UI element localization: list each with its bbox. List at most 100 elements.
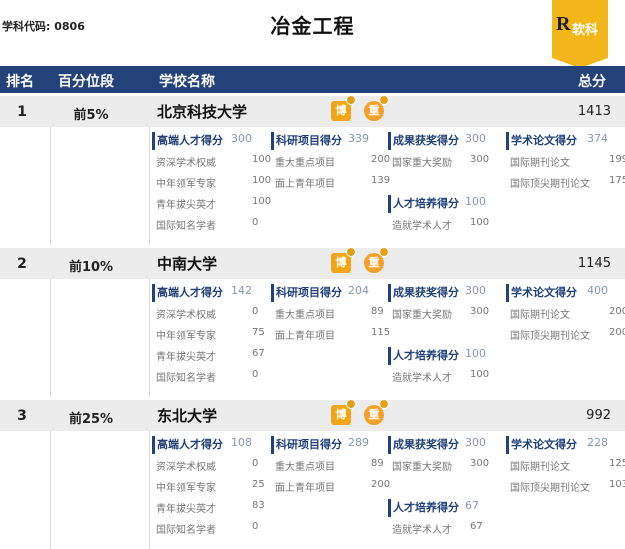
score-item-value: 25 <box>252 479 265 490</box>
total-score: 1413 <box>577 104 611 119</box>
score-item: 资深学术权威 0 <box>152 302 258 323</box>
score-item-value: 139 <box>371 175 391 186</box>
score-item: 青年拔尖英才 67 <box>152 344 265 365</box>
key-discipline-badge-icon: 重 <box>364 95 389 121</box>
score-item: 国家重大奖励 300 <box>388 150 489 171</box>
score-item-value: 125 <box>609 458 625 469</box>
score-item-value: 115 <box>371 327 391 338</box>
group-title-value: 100 <box>465 347 486 360</box>
score-item-value: 0 <box>252 521 259 532</box>
group-title[interactable]: 人才培养得分 100 <box>388 347 486 365</box>
score-item-value: 100 <box>470 217 490 228</box>
school-name[interactable]: 北京科技大学 <box>157 101 247 122</box>
score-item: 国际期刊论文 200 <box>506 302 625 323</box>
score-item: 青年拔尖英才 100 <box>152 192 271 213</box>
group-title[interactable]: 高端人才得分 108 <box>152 436 252 454</box>
score-item-value: 100 <box>252 175 272 186</box>
paper-score-group: 学术论文得分 374 国际期刊论文 199 国际顶尖期刊论文 175 <box>506 132 625 192</box>
group-title-label: 科研项目得分 <box>276 438 342 451</box>
score-item-value: 175 <box>609 175 625 186</box>
group-title-label: 人才培养得分 <box>393 197 459 210</box>
table-row[interactable]: 2 前10% 中南大学 博 重 1145 <box>0 247 625 279</box>
brand-text: 软科 <box>572 23 599 38</box>
talent-score-group: 高端人才得分 300 资深学术权威 100 中年领军专家 100 青年拔尖英才 100 国际知名… <box>152 132 271 234</box>
top-bar: 学科代码: 0806 冶金工程 R 软科 <box>0 0 625 68</box>
score-item-label: 国际知名学者 <box>156 373 216 384</box>
score-item-label: 青年拔尖英才 <box>156 200 216 211</box>
key-discipline-badge-icon: 重 <box>364 247 389 273</box>
score-detail: 高端人才得分 108 资深学术权威 0 中年领军专家 25 青年拔尖英才 83 国际知名学者 0 科… <box>0 431 625 549</box>
score-item-label: 造就学术人才 <box>392 525 452 536</box>
group-title[interactable]: 科研项目得分 204 <box>271 284 369 302</box>
group-title[interactable]: 人才培养得分 67 <box>388 499 479 517</box>
score-item: 国际期刊论文 199 <box>506 150 625 171</box>
score-item-label: 资深学术权威 <box>156 462 216 473</box>
group-title-label: 高端人才得分 <box>157 134 223 147</box>
doctoral-badge-label: 博 <box>335 104 347 117</box>
column-divider <box>50 127 51 245</box>
group-title[interactable]: 高端人才得分 142 <box>152 284 252 302</box>
score-item: 中年领军专家 75 <box>152 323 265 344</box>
header-school: 学校名称 <box>159 74 215 90</box>
score-item: 中年领军专家 100 <box>152 171 271 192</box>
score-item-value: 0 <box>252 217 259 228</box>
group-title[interactable]: 学术论文得分 400 <box>506 284 608 302</box>
doctoral-badge-icon: 博 <box>331 399 356 425</box>
score-item: 重大重点项目 89 <box>271 302 384 323</box>
score-item-value: 67 <box>470 521 483 532</box>
brand-logo[interactable]: R 软科 <box>552 0 608 68</box>
badge-dot-icon <box>379 247 389 257</box>
group-title[interactable]: 学术论文得分 374 <box>506 132 608 150</box>
score-item-label: 国际知名学者 <box>156 221 216 232</box>
school-name[interactable]: 中南大学 <box>157 253 217 274</box>
score-item-value: 0 <box>252 306 259 317</box>
score-item-value: 89 <box>371 458 384 469</box>
group-title[interactable]: 科研项目得分 339 <box>271 132 369 150</box>
key-discipline-badge-label: 重 <box>368 408 380 421</box>
score-item-value: 200 <box>609 306 625 317</box>
score-item: 国家重大奖励 300 <box>388 454 489 475</box>
group-title-value: 374 <box>587 132 608 145</box>
score-item-label: 中年领军专家 <box>156 331 216 342</box>
group-title-value: 108 <box>231 436 252 449</box>
score-item: 国际知名学者 0 <box>152 517 258 538</box>
training-score-group: 人才培养得分 100 造就学术人才 100 <box>388 347 489 386</box>
group-title[interactable]: 成果获奖得分 300 <box>388 132 486 150</box>
header-rank: 排名 <box>6 74 34 90</box>
score-item: 国际知名学者 0 <box>152 365 258 386</box>
score-item-label: 青年拔尖英才 <box>156 504 216 515</box>
score-item-label: 国际顶尖期刊论文 <box>510 179 590 190</box>
rank-value: 3 <box>17 408 27 424</box>
table-row[interactable]: 1 前5% 北京科技大学 博 重 1413 <box>0 95 625 127</box>
rank-value: 2 <box>17 256 27 272</box>
group-title-label: 高端人才得分 <box>157 438 223 451</box>
group-title[interactable]: 成果获奖得分 300 <box>388 436 486 454</box>
percentile-value: 前25% <box>68 412 114 427</box>
key-discipline-badge-label: 重 <box>368 256 380 269</box>
research-score-group: 科研项目得分 204 重大重点项目 89 面上青年项目 115 <box>271 284 390 344</box>
group-title[interactable]: 人才培养得分 100 <box>388 195 486 213</box>
score-item-label: 国家重大奖励 <box>392 158 452 169</box>
school-name[interactable]: 东北大学 <box>157 405 217 426</box>
score-item: 资深学术权威 100 <box>152 150 271 171</box>
doctoral-badge-label: 博 <box>335 256 347 269</box>
score-item-label: 重大重点项目 <box>275 462 335 473</box>
group-title-value: 67 <box>465 499 479 512</box>
group-title[interactable]: 高端人才得分 300 <box>152 132 252 150</box>
score-item-value: 100 <box>252 154 272 165</box>
doctoral-badge-label: 博 <box>335 408 347 421</box>
group-title-label: 成果获奖得分 <box>393 438 459 451</box>
group-title-label: 人才培养得分 <box>393 501 459 514</box>
score-item-value: 100 <box>470 369 490 380</box>
table-row[interactable]: 3 前25% 东北大学 博 重 992 <box>0 399 625 431</box>
group-title[interactable]: 科研项目得分 289 <box>271 436 369 454</box>
header-score: 总分 <box>578 74 606 90</box>
score-item: 国际知名学者 0 <box>152 213 258 234</box>
group-title[interactable]: 学术论文得分 228 <box>506 436 608 454</box>
talent-score-group: 高端人才得分 142 资深学术权威 0 中年领军专家 75 青年拔尖英才 67 国际知名学者 0 <box>152 284 265 386</box>
group-title-value: 100 <box>465 195 486 208</box>
group-title-value: 300 <box>465 132 486 145</box>
group-title[interactable]: 成果获奖得分 300 <box>388 284 486 302</box>
group-title-value: 300 <box>465 436 486 449</box>
score-item-value: 300 <box>470 154 490 165</box>
